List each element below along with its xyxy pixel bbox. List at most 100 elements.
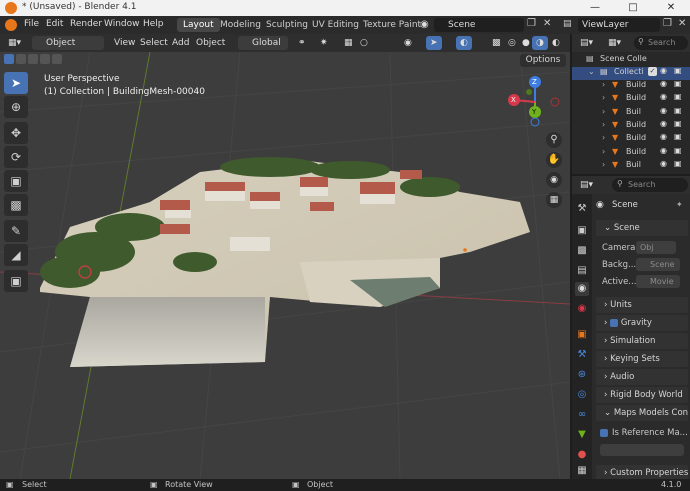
properties-search-input[interactable]: Search [612,178,688,192]
render-camera-icon[interactable]: ▣ [674,66,682,75]
menu-add[interactable]: Add [168,36,193,50]
texture-tab-icon[interactable]: ▦ [575,464,589,478]
expand-icon[interactable]: › [602,107,605,116]
render-camera-icon[interactable]: ▣ [674,92,682,101]
render-camera-icon[interactable]: ▣ [674,79,682,88]
expand-icon[interactable]: › [602,80,605,89]
3d-viewport[interactable]: User Perspective (1) Collection | Buildi… [0,52,570,479]
visibility-eye-icon[interactable]: ◉ [660,119,667,128]
minimize-icon[interactable]: — [576,0,614,16]
pan-hand-icon[interactable]: ✋ [546,152,562,168]
visibility-icon[interactable]: ◉ [400,36,416,50]
delete-view-layer-icon[interactable]: ✕ [678,18,686,29]
gizmo-toggle-icon[interactable]: ➤ [426,36,442,50]
maximize-icon[interactable]: □ [614,0,652,16]
visibility-eye-icon[interactable]: ◉ [660,106,667,115]
particles-tab-icon[interactable]: ⊛ [575,368,589,382]
view-layer-selector[interactable]: ViewLayer [578,18,660,32]
properties-editor-icon[interactable]: ▤▾ [576,178,597,192]
render-camera-icon[interactable]: ▣ [674,159,682,168]
ortho-grid-icon[interactable]: ▦ [546,192,562,208]
scene-tab-icon[interactable]: ◉ [575,282,589,296]
zoom-icon[interactable]: ⚲ [546,132,562,148]
material-tab-icon[interactable]: ● [575,448,589,462]
move-icon[interactable]: ✥ [4,122,28,144]
scene-icon[interactable]: ◉ [420,19,432,31]
pin-icon[interactable]: ✦ [676,200,683,209]
outliner-item[interactable]: › ▼ Build ◉ ▣ [572,146,690,160]
active-clip-field[interactable]: Movie [636,275,680,288]
shading-rendered-icon[interactable]: ◐ [548,36,564,50]
expand-icon[interactable]: › [602,147,605,156]
panel-audio[interactable]: › Audio [596,369,688,385]
scale-icon[interactable]: ▣ [4,170,28,192]
blender-menu-icon[interactable] [5,19,17,31]
options-button[interactable]: Options [520,54,566,67]
visibility-eye-icon[interactable]: ◉ [660,132,667,141]
panel-custom-properties[interactable]: › Custom Properties [596,465,688,479]
menu-object[interactable]: Object [192,36,229,50]
menu-select[interactable]: Select [136,36,172,50]
editor-type-icon[interactable]: ▦▾ [4,36,25,50]
outliner-item[interactable]: › ▼ Build ◉ ▣ [572,119,690,133]
display-mode-icon[interactable]: ▦▾ [604,36,625,50]
close-icon[interactable]: ✕ [652,0,690,16]
menu-help[interactable]: Help [143,19,164,29]
cursor-icon[interactable]: ⊕ [4,96,28,118]
render-camera-icon[interactable]: ▣ [674,132,682,141]
panel-units[interactable]: › Units [596,297,688,313]
transform-orientation-selector[interactable]: Global [238,36,288,50]
pivot-icon[interactable]: ⚭ [294,36,310,50]
background-field[interactable]: Scene [636,258,680,271]
expand-icon[interactable]: › [602,160,605,169]
panel-rigid-body-world[interactable]: › Rigid Body World [596,387,688,403]
select-mode-new-icon[interactable] [4,54,14,64]
add-cube-icon[interactable]: ▣ [4,270,28,292]
visibility-eye-icon[interactable]: ◉ [660,146,667,155]
select-mode-extend-icon[interactable] [16,54,26,64]
render-camera-icon[interactable]: ▣ [674,119,682,128]
visibility-eye-icon[interactable]: ◉ [660,66,667,75]
outliner-editor-icon[interactable]: ▤▾ [576,36,597,50]
panel-simulation[interactable]: › Simulation [596,333,688,349]
snap-icon[interactable]: ✷ [316,36,332,50]
tool-tab-icon[interactable]: ⚒ [575,202,589,216]
output-tab-icon[interactable]: ▩ [575,244,589,258]
scene-selector[interactable]: Scene [434,18,524,32]
view-layer-tab-icon[interactable]: ▤ [575,264,589,278]
tab-modeling[interactable]: Modeling [214,18,267,32]
panel-keying-sets[interactable]: › Keying Sets [596,351,688,367]
gravity-checkbox[interactable] [610,318,619,327]
outliner-item[interactable]: › ▼ Build ◉ ▣ [572,79,690,93]
outliner-scene-collection[interactable]: ▤ Scene Colle [572,54,690,67]
panel-gravity[interactable]: › Gravity [596,315,688,331]
rotate-icon[interactable]: ⟳ [4,146,28,168]
select-mode-subtract-icon[interactable] [28,54,38,64]
render-camera-icon[interactable]: ▣ [674,106,682,115]
xray-icon[interactable]: ▩ [488,36,505,50]
tab-texture-paint[interactable]: Texture Paint [357,18,427,32]
outliner-item[interactable]: › ▼ Build ◉ ▣ [572,132,690,146]
menu-edit[interactable]: Edit [46,19,63,29]
render-tab-icon[interactable]: ▣ [575,224,589,238]
view-layer-icon[interactable]: ▤ [563,19,575,31]
delete-scene-icon[interactable]: ✕ [543,18,555,32]
data-tab-icon[interactable]: ▼ [575,428,589,442]
overlay-toggle-icon[interactable]: ◐ [456,36,472,50]
proportional-edit-icon[interactable]: ○ [356,36,372,50]
camera-field[interactable]: Obj [636,241,676,254]
measure-icon[interactable]: ◢ [4,244,28,266]
render-camera-icon[interactable]: ▣ [674,146,682,155]
physics-tab-icon[interactable]: ◎ [575,388,589,402]
outliner-item[interactable]: › ▼ Build ◉ ▣ [572,92,690,106]
outliner-collection[interactable]: ⌄ ▤ Collecti ✓ ◉ ▣ [572,66,690,80]
outliner-item[interactable]: › ▼ Buil ◉ ▣ [572,159,690,173]
is-reference-checkbox[interactable] [600,429,608,437]
outliner-item[interactable]: › ▼ Buil ◉ ▣ [572,106,690,120]
menu-view[interactable]: View [110,36,139,50]
reference-bar[interactable] [600,444,684,456]
panel-maps-models[interactable]: ⌄ Maps Models Contex [596,405,688,421]
shading-material-icon[interactable]: ◑ [532,36,548,50]
expand-icon[interactable]: › [602,93,605,102]
expand-icon[interactable]: › [602,120,605,129]
